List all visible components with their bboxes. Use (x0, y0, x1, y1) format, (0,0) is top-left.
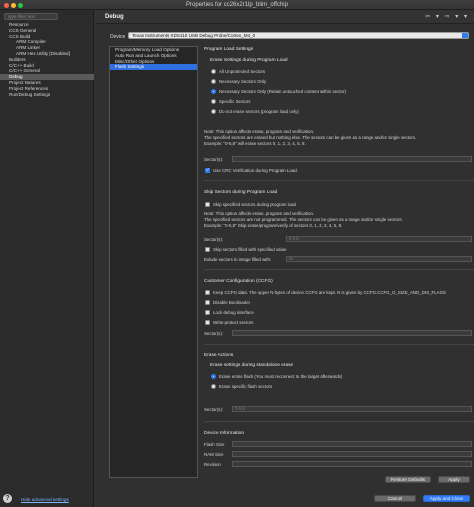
radio-label: Erase entire flash (You must reconnect t… (219, 374, 343, 379)
checkbox[interactable] (205, 320, 210, 325)
device-select[interactable]: Texas Instruments XDS110 USB Debug Probe… (128, 32, 469, 39)
flash-settings-panel: Program Load Settings Erase Settings dur… (204, 44, 474, 484)
page-header: Debug ⇦ ▾ ⇨ ▾ ▾ (95, 10, 474, 24)
revision-field (232, 461, 472, 467)
crc-verification-checkbox[interactable] (205, 167, 210, 173)
ram-size-field (232, 451, 472, 457)
erase-sectors-input[interactable]: 0-5,8 (232, 406, 472, 412)
revision-label: Revision (204, 462, 221, 467)
radio-button[interactable] (211, 99, 216, 104)
note-line: Example: "0-5,8" will erase sectors 0, 1… (204, 141, 306, 146)
note-line: Note: This option affects erase, program… (204, 211, 315, 216)
ccfg-heading: Customer Configuration (CCFG) (204, 279, 273, 284)
crc-verification-label: Use CRC Verification during Program Load… (213, 168, 298, 173)
ccfg-sectors-input[interactable] (232, 330, 472, 336)
properties-tree: Resource CCS General CCS Build ARM Compiler… (0, 22, 94, 97)
divider (204, 269, 474, 270)
note-line: The specified sectors are not programmed… (204, 217, 403, 222)
apply-button[interactable]: Apply (438, 476, 470, 483)
cancel-button[interactable]: Cancel (374, 495, 416, 502)
checkbox-label: Disable Bootloader (213, 300, 251, 305)
hide-advanced-settings-link[interactable]: Hide advanced settings (21, 497, 69, 502)
radio-label: All Unprotected Sectors (219, 69, 266, 74)
program-load-heading: Program Load Settings (204, 47, 254, 52)
skip-sectors-heading: Skip Sectors during Program Load (204, 190, 278, 195)
skip-sectors-label: Sector(s): (204, 237, 224, 242)
radio-button[interactable] (211, 89, 216, 94)
chevron-down-icon[interactable] (462, 33, 468, 38)
note-line: Note: This option affects erase, program… (204, 129, 315, 134)
flash-size-label: Flash Size (204, 442, 225, 447)
checkbox[interactable] (205, 310, 210, 315)
standalone-erase-heading: Erase settings during standalone erase (210, 363, 294, 368)
window-titlebar: Properties for cc26x2r1lp_blim_offchip (0, 0, 474, 10)
radio-button[interactable] (211, 109, 216, 114)
checkbox[interactable] (205, 290, 210, 295)
page-title: Debug (105, 14, 124, 20)
checkbox[interactable] (205, 300, 210, 305)
divider (204, 421, 474, 422)
navigation-arrows-icon[interactable]: ⇦ ▾ ⇨ ▾ ▾ (425, 13, 469, 20)
properties-sidebar: type filter text Resource CCS General CCS … (0, 10, 94, 507)
sidebar-item[interactable]: Run/Debug Settings (0, 92, 94, 98)
checkbox-label: Write-protect sectors (213, 320, 254, 325)
erase-during-load-heading: Erase Settings during Program Load (210, 58, 288, 63)
radio-label: Necessary Sectors Only (Retain untouched… (219, 89, 346, 94)
ram-size-label: RAM Size (204, 452, 224, 457)
skip-filled-label: Skip sectors filled with specified value (213, 247, 287, 252)
radio-label: Erase specific flash sectors (219, 384, 273, 389)
divider (204, 344, 474, 345)
checkbox-label: Keep CCFG data. The upper N bytes of dev… (213, 290, 446, 295)
flash-size-field (232, 441, 472, 447)
note-line: The specified sectors are erased but not… (204, 135, 417, 140)
skip-specified-checkbox[interactable] (205, 202, 210, 207)
sectors-label: Sector(s): (204, 157, 224, 162)
radio-label: Necessary Sectors Only (219, 79, 267, 84)
device-info-heading: Device Information (204, 431, 244, 436)
skip-sectors-input[interactable]: 0-5,8 (286, 236, 472, 242)
note-line: Example: "0-5,8" Skip erase/program/veri… (204, 223, 343, 228)
radio-button[interactable] (211, 79, 216, 84)
window-title: Properties for cc26x2r1lp_blim_offchip (186, 2, 288, 8)
radio-label: Specific Sectors (219, 99, 251, 104)
skip-filled-checkbox[interactable] (205, 247, 210, 252)
erase-actions-heading: Erase Actions (204, 353, 234, 358)
debug-category-list: Program/Memory Load Options Auto Run and … (109, 46, 198, 478)
ccfg-sectors-label: Sector(s): (204, 331, 224, 336)
radio-button[interactable] (211, 69, 216, 74)
exclude-input[interactable]: 0x (286, 256, 472, 262)
device-select-value: Texas Instruments XDS110 USB Debug Probe… (132, 33, 256, 38)
skip-specified-label: Skip specified sectors during program lo… (213, 202, 296, 207)
erase-sectors-label: Sector(s): (204, 407, 224, 412)
divider (204, 180, 474, 181)
help-icon[interactable]: ? (3, 494, 12, 503)
radio-button[interactable] (211, 374, 216, 379)
radio-label: Do not erase sectors (program load only) (219, 109, 299, 114)
device-label: Device (110, 34, 126, 40)
checkbox-label: Lock debug interface (213, 310, 254, 315)
exclude-label: Exlude sectors in image filled with: (204, 257, 272, 262)
filter-input[interactable]: type filter text (4, 13, 58, 20)
sectors-input[interactable] (232, 156, 472, 162)
restore-defaults-button[interactable]: Restore Defaults (385, 476, 431, 483)
debug-category-item[interactable]: Flash Settings (110, 64, 197, 71)
apply-and-close-button[interactable]: Apply and Close (423, 495, 470, 502)
radio-button[interactable] (211, 384, 216, 389)
